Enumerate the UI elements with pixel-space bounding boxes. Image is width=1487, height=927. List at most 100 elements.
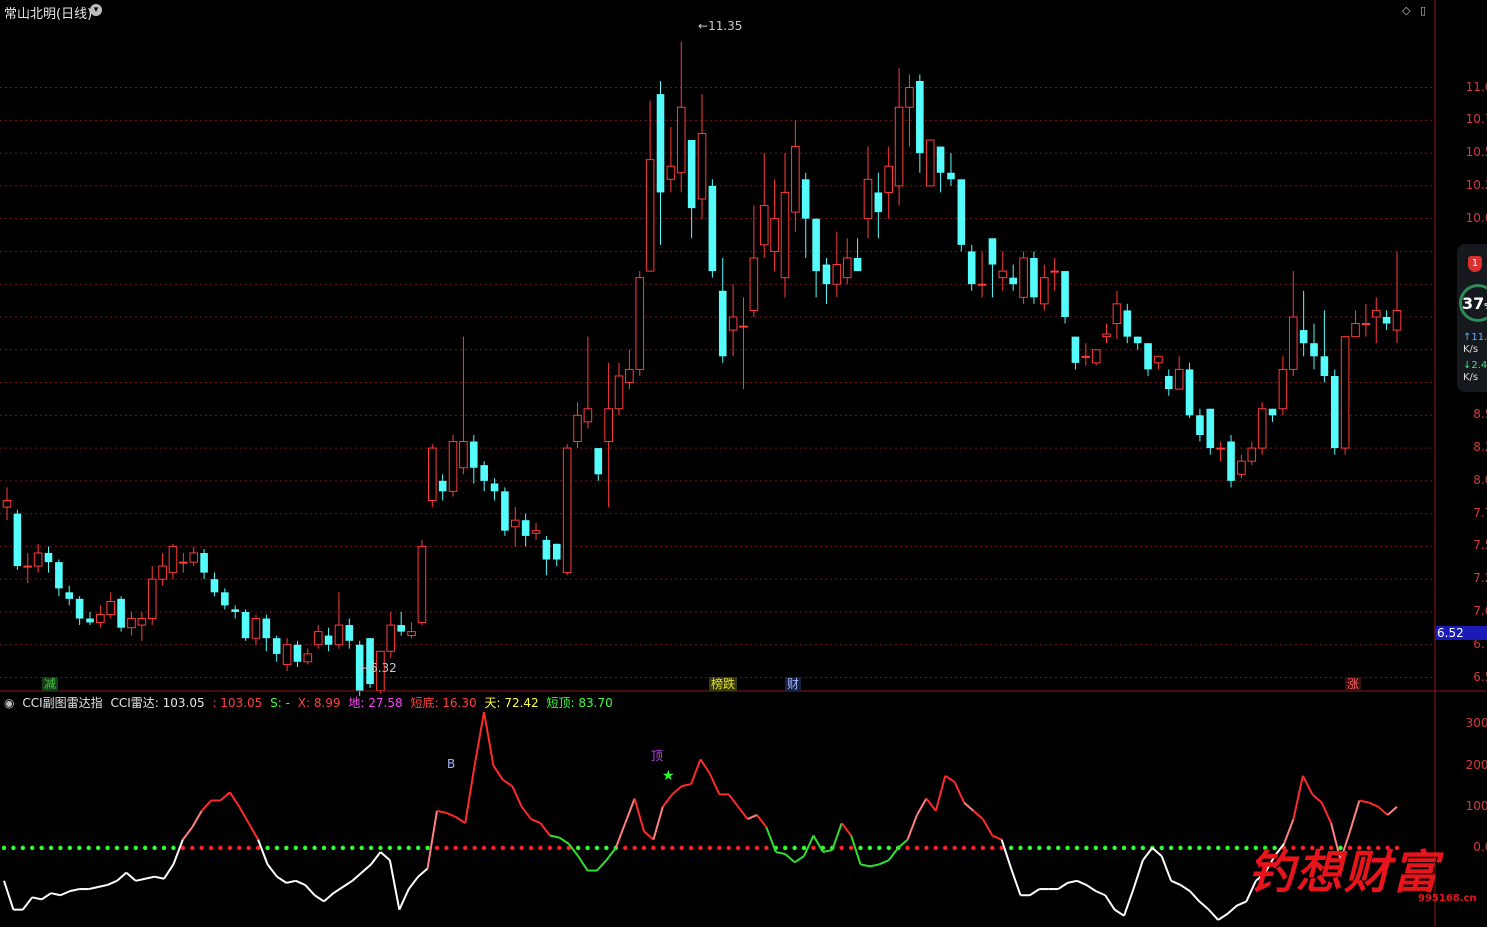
watermark-logo: 钓想财富 bbox=[1248, 845, 1440, 899]
candle bbox=[1237, 454, 1246, 479]
candle bbox=[386, 611, 396, 658]
cci-segment bbox=[558, 836, 570, 845]
candle bbox=[313, 625, 323, 649]
cci-segment bbox=[953, 781, 965, 804]
cci-segment bbox=[690, 758, 702, 785]
indicator-axis-label: 300.0 bbox=[1465, 716, 1487, 731]
cci-segment bbox=[144, 875, 155, 880]
candle bbox=[272, 635, 281, 662]
zero-line-dot bbox=[67, 845, 73, 851]
cci-segment bbox=[1226, 904, 1238, 915]
cci-segment bbox=[906, 814, 918, 841]
indicator-axis-label: 100.0 bbox=[1465, 798, 1487, 813]
zero-line-dot bbox=[472, 845, 477, 851]
cci-segment bbox=[417, 867, 429, 878]
zero-line-dot bbox=[397, 845, 402, 851]
candle bbox=[1133, 336, 1142, 350]
zero-line-dot bbox=[1121, 845, 1127, 851]
cci-segment bbox=[1301, 775, 1314, 795]
current-price-tag: 6.52 bbox=[1435, 626, 1487, 640]
zero-line-dot bbox=[1103, 845, 1108, 851]
zero-line-dot bbox=[735, 845, 741, 851]
restore-window-icon[interactable]: ▯ bbox=[1420, 4, 1426, 17]
cci-segment bbox=[88, 886, 99, 891]
event-tag-reduce[interactable]: 减 bbox=[42, 677, 59, 691]
zero-line-dot bbox=[284, 845, 289, 851]
cci-segment bbox=[577, 855, 589, 872]
zero-line-dot bbox=[1112, 845, 1117, 851]
event-tag-ranking-drop[interactable]: 榜跌 bbox=[709, 677, 738, 691]
cci-segment bbox=[388, 860, 401, 910]
price-axis-label: 10.00 bbox=[1465, 210, 1487, 225]
cci-segment bbox=[1085, 884, 1097, 892]
chevron-down-icon[interactable]: ▾ bbox=[90, 4, 102, 16]
shield-icon[interactable]: 1 bbox=[1468, 256, 1482, 272]
cci-segment bbox=[944, 774, 956, 783]
zero-line-dot bbox=[1084, 845, 1089, 851]
zero-line-dot bbox=[331, 845, 336, 851]
cci-segment bbox=[539, 822, 551, 837]
zero-line-dot bbox=[604, 845, 609, 851]
candle bbox=[106, 592, 116, 619]
cci-segment bbox=[304, 884, 316, 896]
legend-cci-red: : 103.05 bbox=[212, 696, 263, 710]
cci-segment bbox=[163, 863, 175, 880]
candle bbox=[127, 611, 136, 636]
candle bbox=[1382, 310, 1391, 331]
zero-line-dot bbox=[302, 845, 308, 851]
price-chart[interactable] bbox=[0, 0, 1487, 927]
candle bbox=[1112, 290, 1122, 340]
candle bbox=[397, 611, 405, 636]
candle bbox=[13, 509, 22, 571]
candle bbox=[1288, 271, 1298, 376]
candle bbox=[656, 80, 665, 245]
candle bbox=[1071, 336, 1080, 370]
zero-line-dot bbox=[406, 845, 411, 851]
cci-segment bbox=[361, 863, 372, 874]
candle bbox=[780, 153, 790, 298]
candle bbox=[977, 251, 987, 298]
zero-line-dot bbox=[444, 845, 449, 851]
candle bbox=[905, 74, 914, 147]
candle bbox=[1330, 369, 1339, 455]
cci-segment bbox=[257, 839, 269, 865]
zero-line-dot bbox=[453, 845, 458, 851]
watermark-url: 995168.cn bbox=[1418, 893, 1477, 904]
price-axis-label: 8.00 bbox=[1473, 472, 1487, 487]
candle bbox=[417, 539, 427, 626]
zero-line-dot bbox=[171, 845, 176, 851]
cci-segment bbox=[1104, 894, 1116, 911]
price-axis-label: 10.50 bbox=[1465, 145, 1487, 160]
zero-line-dot bbox=[378, 845, 383, 851]
legend-x: X: 8.99 bbox=[297, 696, 341, 710]
cci-segment bbox=[1057, 882, 1069, 890]
signal-buy-label: B bbox=[447, 757, 456, 771]
cci-segment bbox=[107, 879, 118, 886]
zero-line-dot bbox=[77, 845, 82, 851]
event-tag-rise[interactable]: 涨 bbox=[1345, 677, 1362, 691]
candle bbox=[542, 535, 551, 576]
zero-line-dot bbox=[1008, 845, 1014, 851]
candle bbox=[594, 448, 603, 481]
cci-segment bbox=[860, 863, 871, 868]
indicator-toggle-icon[interactable]: ◉ bbox=[4, 696, 14, 710]
cci-segment bbox=[1368, 801, 1379, 808]
candle bbox=[604, 362, 613, 508]
candle bbox=[967, 244, 976, 291]
candle bbox=[822, 257, 831, 304]
candle bbox=[1164, 369, 1173, 396]
stock-title: 常山北明(日线) bbox=[4, 7, 93, 22]
cci-segment bbox=[351, 871, 363, 882]
event-tag-finance[interactable]: 财 bbox=[785, 677, 802, 691]
cci-segment bbox=[596, 859, 608, 872]
network-speed-widget[interactable]: 1 37% ↑11.9 K/s ↓2.4 K/s bbox=[1457, 244, 1487, 392]
chart-window[interactable]: 常山北明(日线) ▾ ◇ ▯ 11.0010.7510.5010.2510.00… bbox=[0, 0, 1487, 927]
zero-line-dot bbox=[1027, 845, 1033, 851]
zero-line-dot bbox=[293, 845, 298, 851]
high-price-value: 11.35 bbox=[708, 19, 743, 33]
diamond-icon[interactable]: ◇ bbox=[1402, 4, 1410, 17]
indicator-name[interactable]: CCI副图雷达指 bbox=[22, 696, 102, 710]
zero-line-dot bbox=[500, 845, 506, 851]
candle bbox=[158, 552, 167, 586]
candle bbox=[874, 172, 883, 239]
